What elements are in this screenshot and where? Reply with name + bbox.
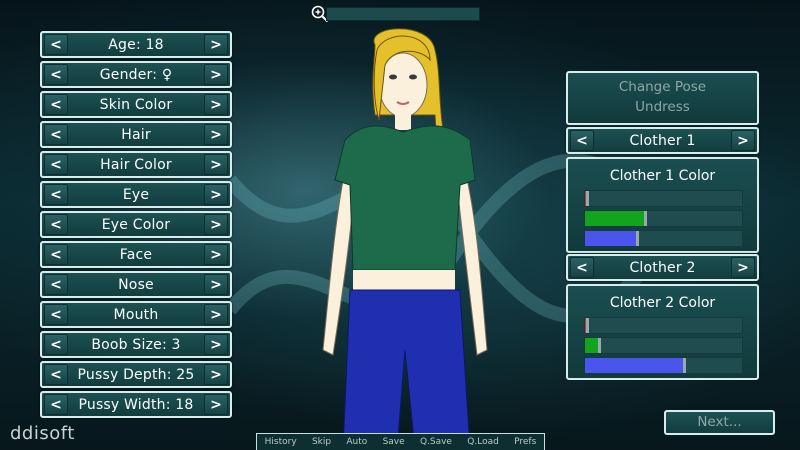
next-button[interactable]: Next...	[664, 410, 775, 435]
next-arrow-button[interactable]: >	[204, 304, 228, 325]
attribute-row: < Pussy Depth: 25 >	[40, 361, 232, 388]
attribute-label: Nose	[118, 276, 154, 293]
attribute-label: Age: 18	[108, 36, 164, 53]
quick-menu-item[interactable]: Auto	[346, 437, 367, 447]
slider-thumb[interactable]	[585, 318, 589, 333]
quick-menu-item[interactable]: Skip	[312, 437, 331, 447]
clother2-next-button[interactable]: >	[731, 257, 755, 278]
green-channel-fill	[585, 211, 645, 226]
next-arrow-button[interactable]: >	[204, 364, 228, 385]
next-arrow-button[interactable]: >	[204, 214, 228, 235]
quick-menu-item[interactable]: Q.Save	[420, 437, 452, 447]
brand-logo: ddisoft	[10, 423, 75, 444]
clother2-color-panel: Clother 2 Color	[566, 284, 759, 380]
attribute-label: Skin Color	[99, 96, 173, 113]
next-arrow-button[interactable]: >	[204, 124, 228, 145]
clother2-prev-button[interactable]: <	[570, 257, 594, 278]
clother2-label: Clother 2	[629, 259, 696, 276]
prev-arrow-button[interactable]: <	[44, 244, 68, 265]
prev-arrow-button[interactable]: <	[44, 184, 68, 205]
attribute-row: < Gender: ♀ >	[40, 61, 232, 88]
next-arrow-button[interactable]: >	[204, 64, 228, 85]
prev-arrow-button[interactable]: <	[44, 214, 68, 235]
attribute-row: < Pussy Width: 18 >	[40, 391, 232, 418]
clother2-color-title: Clother 2 Color	[609, 295, 716, 311]
clother1-label: Clother 1	[629, 132, 696, 149]
undress-button[interactable]: Undress	[568, 97, 757, 117]
prev-arrow-button[interactable]: <	[44, 64, 68, 85]
prev-arrow-button[interactable]: <	[44, 124, 68, 145]
pose-panel: Change Pose Undress	[566, 71, 759, 125]
clother1-next-button[interactable]: >	[731, 130, 755, 151]
slider-thumb[interactable]	[635, 231, 639, 246]
attribute-row: < Eye >	[40, 181, 232, 208]
blue-channel-fill	[585, 358, 684, 373]
slider-thumb[interactable]	[598, 338, 602, 353]
clother1-color-panel: Clother 1 Color	[566, 157, 759, 253]
green-channel-slider[interactable]	[584, 210, 743, 227]
attribute-row: < Boob Size: 3 >	[40, 331, 232, 358]
next-arrow-button[interactable]: >	[204, 94, 228, 115]
jeans	[342, 289, 471, 450]
prev-arrow-button[interactable]: <	[44, 274, 68, 295]
green-channel-slider[interactable]	[584, 337, 743, 354]
attribute-row: < Hair >	[40, 121, 232, 148]
attribute-label: Pussy Depth: 25	[77, 366, 195, 383]
clother2-selector: < Clother 2 >	[566, 254, 759, 281]
clother1-color-title: Clother 1 Color	[609, 168, 716, 184]
prev-arrow-button[interactable]: <	[44, 364, 68, 385]
attribute-label: Hair	[121, 126, 151, 143]
clother1-selector: < Clother 1 >	[566, 127, 759, 154]
clother1-prev-button[interactable]: <	[570, 130, 594, 151]
next-arrow-button[interactable]: >	[204, 34, 228, 55]
next-arrow-button[interactable]: >	[204, 274, 228, 295]
prev-arrow-button[interactable]: <	[44, 94, 68, 115]
attribute-row: < Hair Color >	[40, 151, 232, 178]
zoom-slider[interactable]	[326, 7, 480, 21]
quick-menu-item[interactable]: Prefs	[514, 437, 536, 447]
blue-channel-fill	[585, 231, 637, 246]
attribute-label: Pussy Width: 18	[78, 396, 194, 413]
attribute-row: < Eye Color >	[40, 211, 232, 238]
attribute-label: Hair Color	[100, 156, 172, 173]
character-portrait	[322, 28, 488, 450]
attribute-row: < Skin Color >	[40, 91, 232, 118]
prev-arrow-button[interactable]: <	[44, 334, 68, 355]
quick-menu-item[interactable]: Q.Load	[467, 437, 499, 447]
slider-thumb[interactable]	[643, 211, 647, 226]
next-arrow-button[interactable]: >	[204, 394, 228, 415]
prev-arrow-button[interactable]: <	[44, 304, 68, 325]
attribute-row: < Age: 18 >	[40, 31, 232, 58]
red-channel-slider[interactable]	[584, 190, 743, 207]
attribute-label: Mouth	[113, 306, 159, 323]
green-channel-fill	[585, 338, 600, 353]
attribute-row: < Nose >	[40, 271, 232, 298]
quick-menu: History Skip Auto Save Q.Save Q.Load Prefs	[256, 433, 545, 450]
quick-menu-item[interactable]: History	[265, 437, 297, 447]
prev-arrow-button[interactable]: <	[44, 34, 68, 55]
attribute-label: Eye Color	[101, 216, 171, 233]
next-arrow-button[interactable]: >	[204, 154, 228, 175]
next-arrow-button[interactable]: >	[204, 334, 228, 355]
red-channel-slider[interactable]	[584, 317, 743, 334]
quick-menu-item[interactable]: Save	[383, 437, 405, 447]
next-arrow-button[interactable]: >	[204, 244, 228, 265]
attribute-label: Face	[119, 246, 153, 263]
blue-channel-slider[interactable]	[584, 230, 743, 247]
attribute-label: Eye	[122, 186, 150, 203]
attribute-label: Boob Size: 3	[91, 336, 181, 353]
prev-arrow-button[interactable]: <	[44, 394, 68, 415]
shirt	[334, 125, 476, 271]
prev-arrow-button[interactable]: <	[44, 154, 68, 175]
blue-channel-slider[interactable]	[584, 357, 743, 374]
next-arrow-button[interactable]: >	[204, 184, 228, 205]
slider-thumb[interactable]	[585, 191, 589, 206]
slider-thumb[interactable]	[682, 358, 686, 373]
attribute-row: < Mouth >	[40, 301, 232, 328]
attribute-label: Gender: ♀	[99, 66, 173, 83]
attribute-row: < Face >	[40, 241, 232, 268]
change-pose-button[interactable]: Change Pose	[568, 77, 757, 97]
